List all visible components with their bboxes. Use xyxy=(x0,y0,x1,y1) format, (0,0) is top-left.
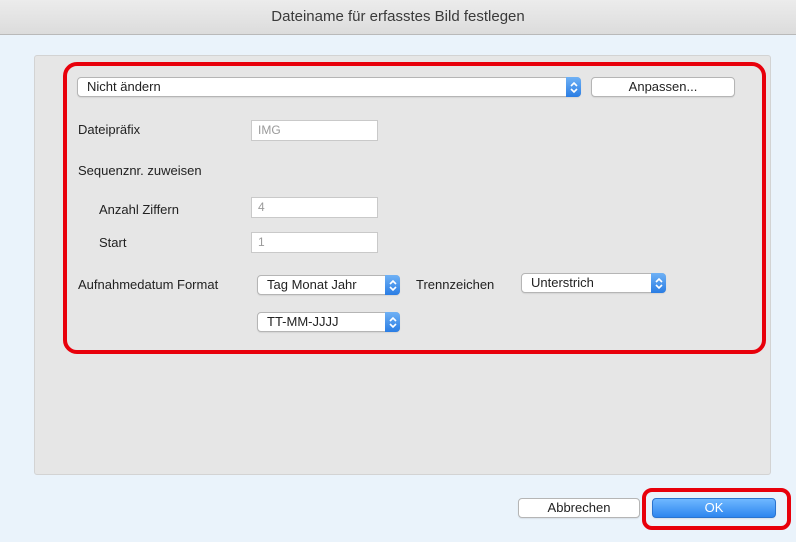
digits-input[interactable]: 4 xyxy=(251,197,378,218)
settings-panel xyxy=(34,55,771,475)
date-order-value: Tag Monat Jahr xyxy=(267,277,357,292)
cancel-button[interactable]: Abbrechen xyxy=(518,498,640,518)
date-order-select[interactable]: Tag Monat Jahr xyxy=(257,275,400,295)
cancel-button-label: Abbrechen xyxy=(547,500,611,515)
popup-stepper-icon xyxy=(385,312,400,332)
popup-stepper-icon xyxy=(651,273,666,293)
window-title-bar: Dateiname für erfasstes Bild festlegen xyxy=(0,0,796,35)
popup-stepper-icon xyxy=(385,275,400,295)
capture-date-label: Aufnahmedatum Format xyxy=(78,277,219,292)
popup-stepper-icon xyxy=(566,77,581,97)
start-input[interactable]: 1 xyxy=(251,232,378,253)
prefix-value: IMG xyxy=(258,123,281,137)
customize-button-label: Anpassen... xyxy=(628,79,698,94)
naming-preset-select[interactable]: Nicht ändern xyxy=(77,77,581,97)
ok-button[interactable]: OK xyxy=(652,498,776,518)
prefix-label: Dateipräfix xyxy=(78,122,141,137)
start-label: Start xyxy=(99,235,127,250)
digits-label: Anzahl Ziffern xyxy=(99,202,179,217)
separator-value: Unterstrich xyxy=(531,275,594,290)
window-title: Dateiname für erfasstes Bild festlegen xyxy=(271,8,525,25)
customize-button[interactable]: Anpassen... xyxy=(591,77,735,97)
date-format-value: TT-MM-JJJJ xyxy=(267,314,339,329)
prefix-input[interactable]: IMG xyxy=(251,120,378,141)
start-value: 1 xyxy=(258,235,265,249)
separator-select[interactable]: Unterstrich xyxy=(521,273,666,293)
ok-button-label: OK xyxy=(704,500,724,515)
sequence-label: Sequenznr. zuweisen xyxy=(78,163,202,178)
naming-preset-value: Nicht ändern xyxy=(87,79,161,94)
date-format-select[interactable]: TT-MM-JJJJ xyxy=(257,312,400,332)
digits-value: 4 xyxy=(258,200,265,214)
separator-label: Trennzeichen xyxy=(416,277,495,292)
